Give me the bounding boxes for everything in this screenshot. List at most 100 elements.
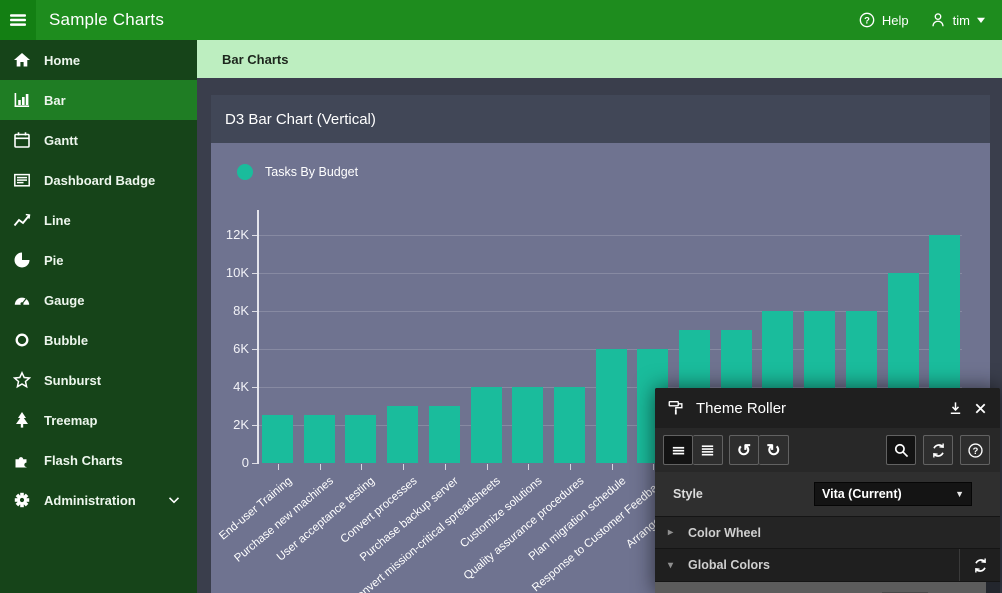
y-axis-tick xyxy=(252,273,257,274)
y-axis-tick xyxy=(252,425,257,426)
y-axis-tick-label: 12K xyxy=(213,227,249,243)
sidebar-item-gantt[interactable]: Gantt xyxy=(0,120,197,160)
sidebar-item-pie[interactable]: Pie xyxy=(0,240,197,280)
sidebar-item-dashboard-badge[interactable]: Dashboard Badge xyxy=(0,160,197,200)
style-dropdown[interactable]: Vita (Current) ▼ xyxy=(814,482,972,506)
sidebar-item-bar[interactable]: Bar xyxy=(0,80,197,120)
sidebar-item-gauge[interactable]: Gauge xyxy=(0,280,197,320)
redo-button[interactable]: ↻ xyxy=(759,435,789,465)
help-button[interactable]: ? xyxy=(960,435,990,465)
sidebar-item-line[interactable]: Line xyxy=(0,200,197,240)
legend-swatch-icon xyxy=(237,164,253,180)
y-axis-tick xyxy=(252,463,257,464)
bar-chart-icon xyxy=(13,91,31,109)
theme-roller-title: Theme Roller xyxy=(696,400,786,417)
y-axis-tick-label: 4K xyxy=(213,379,249,395)
theme-roller-header[interactable]: Theme Roller xyxy=(655,388,1000,428)
section-label: Color Wheel xyxy=(688,526,761,540)
bar-9[interactable] xyxy=(596,349,627,463)
sidebar-item-label: Administration xyxy=(44,493,136,508)
dropdown-caret-icon: ▼ xyxy=(955,489,964,499)
bar-1[interactable] xyxy=(262,415,293,463)
y-axis-tick xyxy=(252,387,257,388)
bar-8[interactable] xyxy=(554,387,585,463)
menu-toggle-button[interactable] xyxy=(0,0,36,40)
sidebar-item-bubble[interactable]: Bubble xyxy=(0,320,197,360)
caret-down-icon xyxy=(976,15,986,25)
sidebar-item-home[interactable]: Home xyxy=(0,40,197,80)
download-icon[interactable] xyxy=(948,401,963,416)
help-label: Help xyxy=(882,13,909,28)
chevron-down-icon xyxy=(165,491,183,509)
bar-3[interactable] xyxy=(345,415,376,463)
user-menu-button[interactable]: tim xyxy=(929,11,986,29)
tree-icon xyxy=(13,411,31,429)
sidebar-item-label: Bar xyxy=(44,93,66,108)
refresh-colors-button[interactable] xyxy=(959,549,1000,581)
sidebar-item-administration[interactable]: Administration xyxy=(0,480,197,520)
y-axis-tick-label: 10K xyxy=(213,265,249,281)
bar-5[interactable] xyxy=(429,406,460,463)
line-chart-icon xyxy=(13,211,31,229)
question-circle-icon: ? xyxy=(967,442,984,459)
sidebar-item-label: Sunburst xyxy=(44,373,101,388)
badge-icon xyxy=(13,171,31,189)
bar-4[interactable] xyxy=(387,406,418,463)
sidebar-item-treemap[interactable]: Treemap xyxy=(0,400,197,440)
x-axis-tick xyxy=(487,464,488,470)
sidebar-item-label: Flash Charts xyxy=(44,453,123,468)
y-axis-tick-label: 2K xyxy=(213,417,249,433)
lines-4-icon xyxy=(699,442,716,459)
svg-text:?: ? xyxy=(864,15,870,26)
sidebar-item-label: Gauge xyxy=(44,293,84,308)
svg-text:?: ? xyxy=(972,445,978,455)
scrollbar-corner xyxy=(986,582,1000,593)
sidebar-item-sunburst[interactable]: Sunburst xyxy=(0,360,197,400)
undo-icon: ↺ xyxy=(737,442,751,459)
search-icon xyxy=(893,442,910,459)
style-label: Style xyxy=(673,487,703,501)
section-color-wheel[interactable]: ▸ Color Wheel xyxy=(655,516,1000,548)
gauge-icon xyxy=(13,291,31,309)
section-global-colors[interactable]: ▾ Global Colors xyxy=(655,548,1000,581)
refresh-button[interactable] xyxy=(923,435,953,465)
app-screen: Sample Charts ? Help tim HomeBarGanttDas… xyxy=(0,0,1002,593)
home-icon xyxy=(13,51,31,69)
user-icon xyxy=(929,11,947,29)
pie-icon xyxy=(13,251,31,269)
collapsed-triangle-icon: ▸ xyxy=(668,527,678,538)
undo-button[interactable]: ↺ xyxy=(729,435,759,465)
y-axis-tick xyxy=(252,235,257,236)
comfortable-rows-button[interactable] xyxy=(693,435,723,465)
bar-7[interactable] xyxy=(512,387,543,463)
y-axis-tick xyxy=(252,311,257,312)
compact-rows-button[interactable] xyxy=(663,435,693,465)
breadcrumb-title: Bar Charts xyxy=(222,52,288,67)
gear-icon xyxy=(13,491,31,509)
lines-3-icon xyxy=(670,442,687,459)
panel-content-strip xyxy=(655,581,1000,593)
theme-roller-toolbar: ↺↻? xyxy=(655,428,1000,472)
x-axis-tick xyxy=(653,464,654,470)
bubble-icon xyxy=(13,331,31,349)
x-axis-label: Convert processes xyxy=(338,475,419,546)
sidebar-item-label: Home xyxy=(44,53,80,68)
search-button[interactable] xyxy=(886,435,916,465)
x-axis-tick xyxy=(278,464,279,470)
help-circle-icon: ? xyxy=(858,11,876,29)
bar-6[interactable] xyxy=(471,387,502,463)
toolbar-button-group: ↺↻ xyxy=(729,435,789,465)
toolbar-right-buttons: ? xyxy=(886,435,992,465)
y-gridline xyxy=(257,273,962,274)
style-row: Style Vita (Current) ▼ xyxy=(655,472,1000,516)
x-axis-tick xyxy=(403,464,404,470)
sidebar-item-flash-charts[interactable]: Flash Charts xyxy=(0,440,197,480)
bar-2[interactable] xyxy=(304,415,335,463)
cycle-icon xyxy=(930,442,947,459)
x-axis-tick xyxy=(612,464,613,470)
close-icon[interactable] xyxy=(973,401,988,416)
help-button[interactable]: ? Help xyxy=(858,11,909,29)
breadcrumb-bar: Bar Charts xyxy=(197,40,1002,78)
chart-legend-item[interactable]: Tasks By Budget xyxy=(237,164,358,180)
hamburger-icon xyxy=(8,10,28,30)
